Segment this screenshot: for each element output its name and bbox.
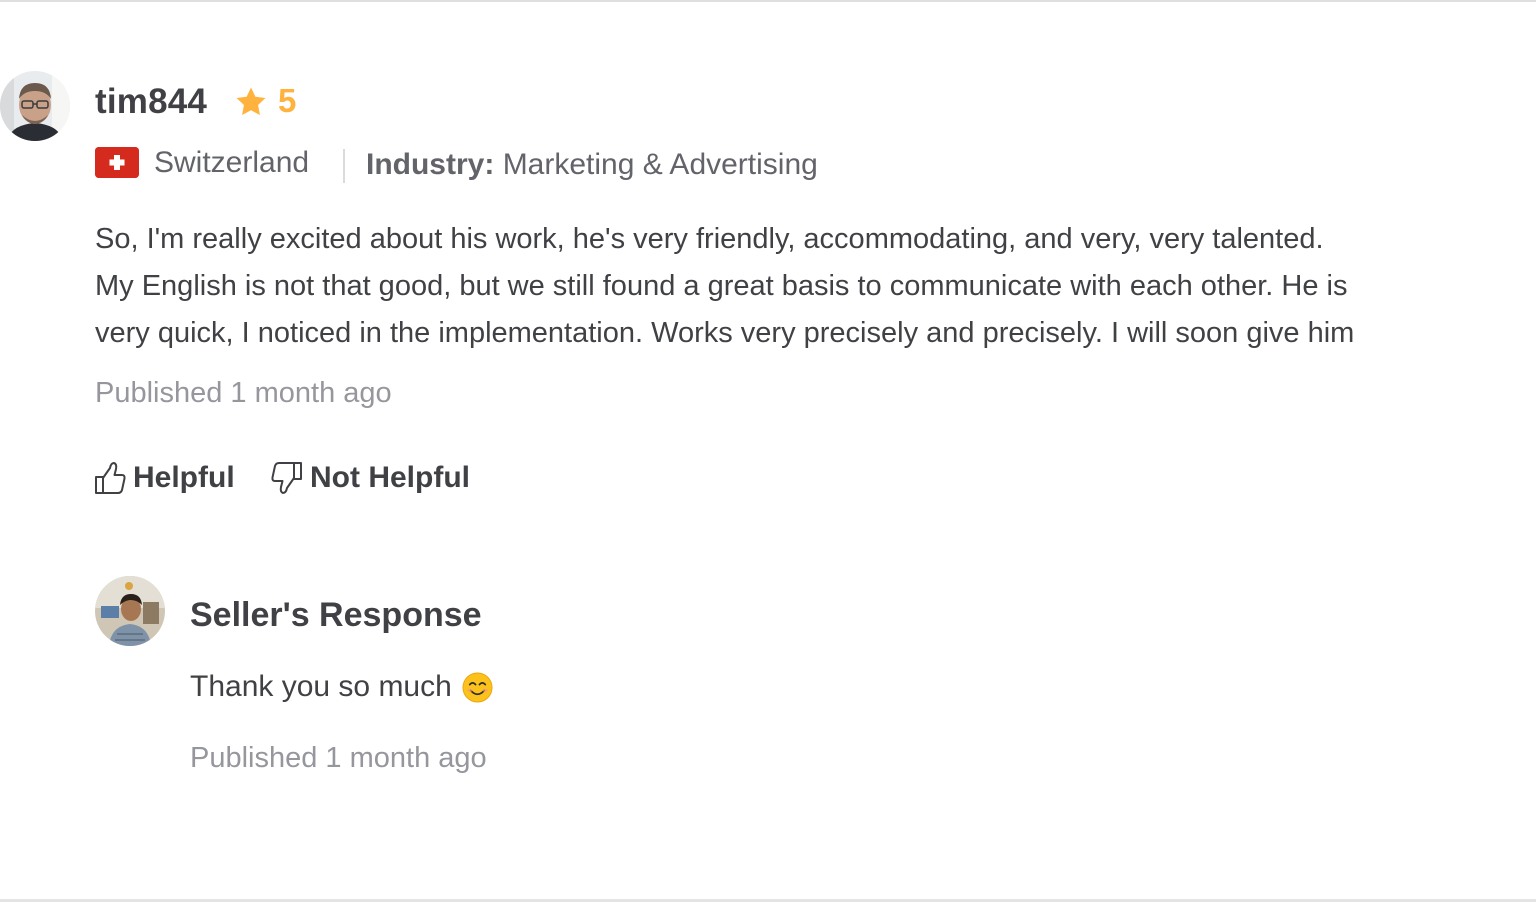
reviewer-avatar[interactable]	[0, 71, 70, 141]
not-helpful-label: Not Helpful	[310, 461, 470, 494]
thumbs-down-icon	[271, 462, 302, 494]
star-icon	[236, 87, 266, 116]
review-published-date: Published 1 month ago	[95, 377, 392, 409]
industry-value: Marketing & Advertising	[502, 148, 818, 181]
review-text-line: So, I'm really excited about his work, h…	[95, 223, 1324, 255]
seller-response-message: Thank you so much	[190, 670, 452, 703]
review-text-line: My English is not that good, but we stil…	[95, 270, 1348, 302]
seller-response-title: Seller's Response	[190, 596, 482, 634]
not-helpful-button[interactable]: Not Helpful	[270, 458, 470, 498]
helpful-label: Helpful	[133, 461, 235, 494]
helpful-button[interactable]: Helpful	[93, 458, 235, 498]
reviewer-country: Switzerland	[154, 146, 310, 179]
review-text-line: very quick, I noticed in the implementat…	[95, 317, 1355, 349]
switzerland-flag-icon	[95, 147, 139, 178]
industry-label: Industry:	[366, 148, 495, 181]
meta-divider	[343, 149, 345, 183]
seller-response-text: Thank you so much	[190, 670, 493, 704]
reviewer-username[interactable]: tim844	[95, 82, 207, 122]
review-text: So, I'm really excited about his work, h…	[95, 216, 1535, 366]
seller-response-published-date: Published 1 month ago	[190, 742, 487, 774]
seller-avatar[interactable]	[95, 576, 165, 646]
bottom-divider	[0, 899, 1536, 902]
rating-value: 5	[278, 82, 297, 119]
top-divider	[0, 0, 1536, 2]
thumbs-up-icon	[95, 462, 126, 494]
reviewer-industry: Industry: Marketing & Advertising	[366, 148, 818, 182]
review-card: tim844 5 Switzerland Industry: Marketing…	[0, 0, 1536, 903]
smiling-face-icon	[462, 671, 493, 703]
